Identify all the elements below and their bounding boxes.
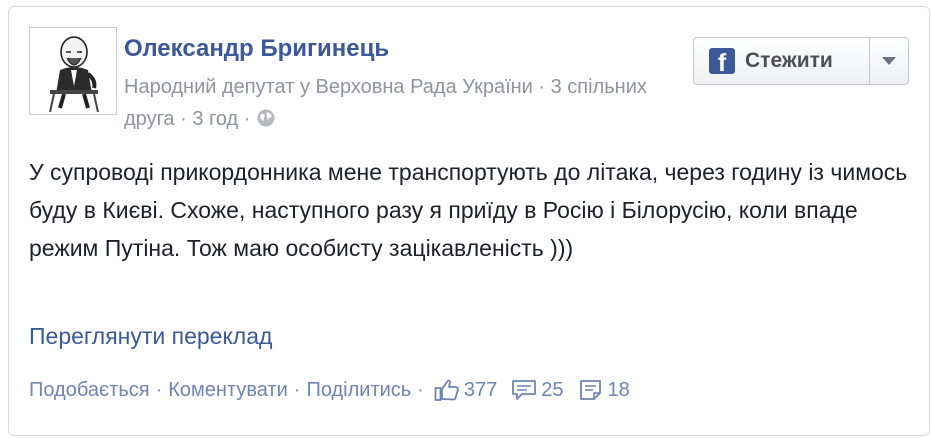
share-link[interactable]: Поділитись xyxy=(306,379,411,402)
author-meta: Народний депутат у Верховна Рада України… xyxy=(124,71,669,138)
share-note-icon xyxy=(579,380,601,400)
post-time[interactable]: 3 год xyxy=(192,108,238,130)
shares-number: 18 xyxy=(607,378,630,401)
facebook-logo-icon: f xyxy=(709,48,735,74)
avatar[interactable] xyxy=(29,27,117,115)
meta-separator: · xyxy=(243,108,256,130)
action-separator: · xyxy=(293,378,301,401)
post-actions: Подобається · Коментувати · Поділитись ·… xyxy=(29,375,640,405)
follow-main[interactable]: f Стежити xyxy=(694,38,869,84)
thumbs-up-icon xyxy=(434,379,459,401)
follow-label: Стежити xyxy=(745,49,833,72)
author-name[interactable]: Олександр Бригинець xyxy=(124,35,389,63)
meta-separator: · xyxy=(180,108,193,130)
like-link[interactable]: Подобається xyxy=(29,379,150,402)
meta-separator: · xyxy=(538,76,551,98)
globe-icon[interactable] xyxy=(256,106,276,138)
action-separator: · xyxy=(155,378,163,401)
shares-count[interactable]: 18 xyxy=(578,378,630,402)
likes-count[interactable]: 377 xyxy=(434,378,497,402)
comment-bubble-icon xyxy=(512,380,537,400)
post-card: Олександр Бригинець Народний депутат у В… xyxy=(8,6,930,436)
action-separator: · xyxy=(417,378,424,401)
comments-count[interactable]: 25 xyxy=(511,378,564,402)
follow-dropdown-button[interactable] xyxy=(870,38,908,84)
post-text: У супроводі прикордонника мене транспорт… xyxy=(29,159,908,261)
avatar-caricature-image xyxy=(30,28,116,114)
follow-button[interactable]: f Стежити xyxy=(693,37,909,85)
chevron-down-icon xyxy=(882,57,896,65)
likes-number: 377 xyxy=(463,378,498,401)
author-subtitle[interactable]: Народний депутат у Верховна Рада України xyxy=(124,76,533,98)
comments-number: 25 xyxy=(541,378,564,401)
comment-link[interactable]: Коментувати xyxy=(168,379,288,402)
see-translation-link[interactable]: Переглянути переклад xyxy=(29,323,272,350)
